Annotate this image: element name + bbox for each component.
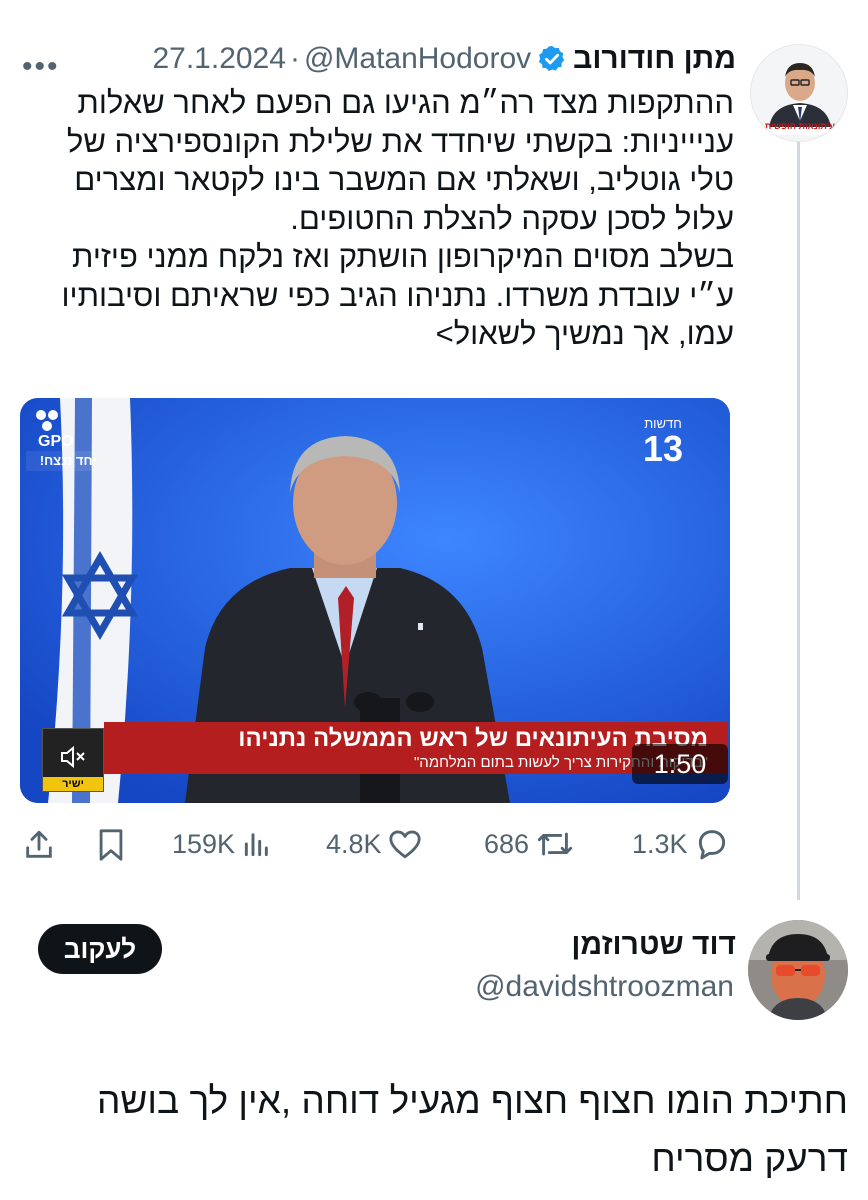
bookmark-icon <box>99 829 123 861</box>
replies-count: 1.3K <box>632 828 688 859</box>
follow-button[interactable]: לעקוב <box>38 924 162 974</box>
repost-icon <box>537 832 573 856</box>
tweet-header: מתן חודורוב @MatanHodorov · 27.1.2024 <box>152 42 736 76</box>
tweet-date[interactable]: 27.1.2024 <box>152 42 285 76</box>
reply-author-handle[interactable]: @davidshtroozman <box>475 970 734 1004</box>
thread-line <box>797 140 800 900</box>
mute-toggle[interactable]: ישיר <box>42 728 104 792</box>
channel-number: 13 <box>642 428 684 469</box>
gpo-logo-icon <box>36 410 58 431</box>
reply-author-avatar[interactable] <box>748 920 848 1020</box>
header-separator: · <box>289 42 300 75</box>
verified-badge-icon <box>539 45 565 71</box>
channel-logo: חדשות 13 <box>640 416 686 469</box>
share-button[interactable] <box>22 828 56 862</box>
tweet-text: ההתקפות מצד רה״מ הגיעו גם הפעם לאחר שאלו… <box>34 84 734 354</box>
tweet-paragraph: בשלב מסוים המיקרופון הושתק ואז נלקח ממני… <box>61 239 734 351</box>
repost-button[interactable]: 686 <box>484 828 575 860</box>
gpo-label: GPO <box>38 433 74 450</box>
video-player[interactable]: GPO יחד ננצח! חדשות 13 מסיבת העיתונאים ש… <box>20 398 730 803</box>
views-button[interactable]: 159K <box>172 828 273 860</box>
author-avatar[interactable]: עיתונאות חופשית <box>750 44 848 142</box>
speaker-muted-icon <box>61 745 85 769</box>
tweet-paragraph: ההתקפות מצד רה״מ הגיעו גם הפעם לאחר שאלו… <box>66 85 734 236</box>
slogan-label: יחד ננצח! <box>26 451 110 471</box>
like-button[interactable]: 4.8K <box>326 828 422 860</box>
heart-icon <box>388 830 421 859</box>
author-name[interactable]: מתן חודורוב <box>573 42 736 76</box>
reposts-count: 686 <box>484 828 530 859</box>
reply-tweet-text: חתיכת הומו חצוף חצוף מגעיל דוחה ,אין לך … <box>96 1080 848 1179</box>
likes-count: 4.8K <box>326 828 382 859</box>
reply-button[interactable]: 1.3K <box>632 828 730 860</box>
views-chart-icon <box>244 833 268 857</box>
video-duration: 1:50 <box>632 744 728 784</box>
more-options-icon[interactable]: ••• <box>22 52 60 82</box>
reply-bubble-icon <box>698 830 725 860</box>
share-icon <box>26 830 52 858</box>
author-handle[interactable]: @MatanHodorov <box>304 42 531 76</box>
avatar-caption: עיתונאות חופשית <box>764 121 835 131</box>
reply-author-photo <box>748 920 848 1020</box>
reply-author-name[interactable]: דוד שטרוזמן <box>571 928 736 962</box>
views-count: 159K <box>172 828 236 859</box>
bookmark-button[interactable] <box>96 828 126 862</box>
live-label: ישיר <box>43 777 103 791</box>
tweet-action-bar: 159K 4.8K 686 1.3K <box>0 820 868 870</box>
